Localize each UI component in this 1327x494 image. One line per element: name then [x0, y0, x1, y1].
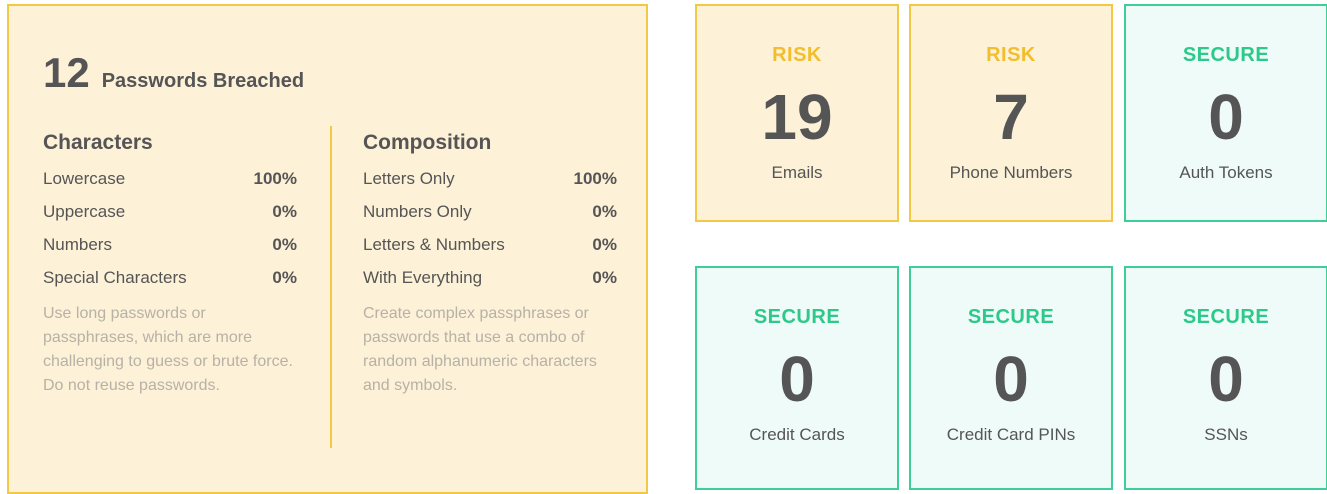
card-status: SECURE	[1182, 44, 1270, 66]
row-value: 100%	[573, 169, 617, 188]
composition-row: Letters & Numbers 0%	[363, 228, 617, 261]
row-value: 0%	[592, 202, 617, 221]
composition-row: Numbers Only 0%	[363, 195, 617, 228]
emails-card[interactable]: RISK 19 Emails	[695, 4, 899, 222]
composition-title: Composition	[363, 131, 492, 154]
ssns-card[interactable]: SECURE 0 SSNs	[1124, 266, 1327, 490]
card-label: Credit Card PINs	[946, 425, 1076, 444]
row-label: Lowercase	[43, 169, 126, 188]
card-count: 7	[993, 81, 1029, 153]
auth-tokens-card[interactable]: SECURE 0 Auth Tokens	[1124, 4, 1327, 222]
characters-tip: Use long passwords or passphrases, which…	[43, 305, 293, 394]
card-label: Phone Numbers	[949, 163, 1073, 182]
card-label: Emails	[771, 163, 823, 182]
passwords-breached-label: Passwords Breached	[101, 70, 305, 92]
credit-cards-card[interactable]: SECURE 0 Credit Cards	[695, 266, 899, 490]
passwords-breached-count: 12	[43, 49, 90, 96]
row-value: 0%	[272, 235, 297, 254]
column-divider	[330, 126, 332, 448]
card-status: RISK	[986, 44, 1036, 66]
card-status: SECURE	[1182, 306, 1270, 328]
composition-row: Letters Only 100%	[363, 162, 617, 195]
credit-card-pins-card[interactable]: SECURE 0 Credit Card PINs	[909, 266, 1113, 490]
card-status: SECURE	[967, 306, 1055, 328]
row-value: 100%	[253, 169, 297, 188]
characters-column: Characters Lowercase 100% Uppercase 0% N…	[43, 128, 297, 398]
card-count: 0	[1208, 343, 1244, 415]
card-count: 0	[1208, 81, 1244, 153]
characters-title: Characters	[43, 131, 153, 154]
row-label: Uppercase	[43, 202, 126, 221]
row-value: 0%	[272, 268, 297, 287]
card-status: SECURE	[753, 306, 841, 328]
row-value: 0%	[592, 235, 617, 254]
passwords-header: 12 Passwords Breached	[43, 52, 304, 94]
composition-tip: Create complex passphrases or passwords …	[363, 305, 597, 394]
card-label: Auth Tokens	[1179, 163, 1273, 182]
composition-row: With Everything 0%	[363, 261, 617, 294]
row-value: 0%	[592, 268, 617, 287]
characters-row: Uppercase 0%	[43, 195, 297, 228]
row-value: 0%	[272, 202, 297, 221]
card-count: 0	[993, 343, 1029, 415]
row-label: Letters & Numbers	[363, 235, 505, 254]
card-label: SSNs	[1204, 425, 1248, 444]
characters-row: Numbers 0%	[43, 228, 297, 261]
composition-column: Composition Letters Only 100% Numbers On…	[363, 128, 617, 398]
card-count: 19	[761, 81, 833, 153]
characters-row: Lowercase 100%	[43, 162, 297, 195]
card-label: Credit Cards	[749, 425, 845, 444]
row-label: Letters Only	[363, 169, 455, 188]
row-label: Numbers Only	[363, 202, 472, 221]
characters-row: Special Characters 0%	[43, 261, 297, 294]
passwords-breached-panel: 12 Passwords Breached Characters Lowerca…	[7, 4, 648, 494]
card-status: RISK	[772, 44, 822, 66]
row-label: Numbers	[43, 235, 112, 254]
row-label: With Everything	[363, 268, 483, 287]
phone-numbers-card[interactable]: RISK 7 Phone Numbers	[909, 4, 1113, 222]
card-count: 0	[779, 343, 815, 415]
row-label: Special Characters	[43, 268, 187, 287]
